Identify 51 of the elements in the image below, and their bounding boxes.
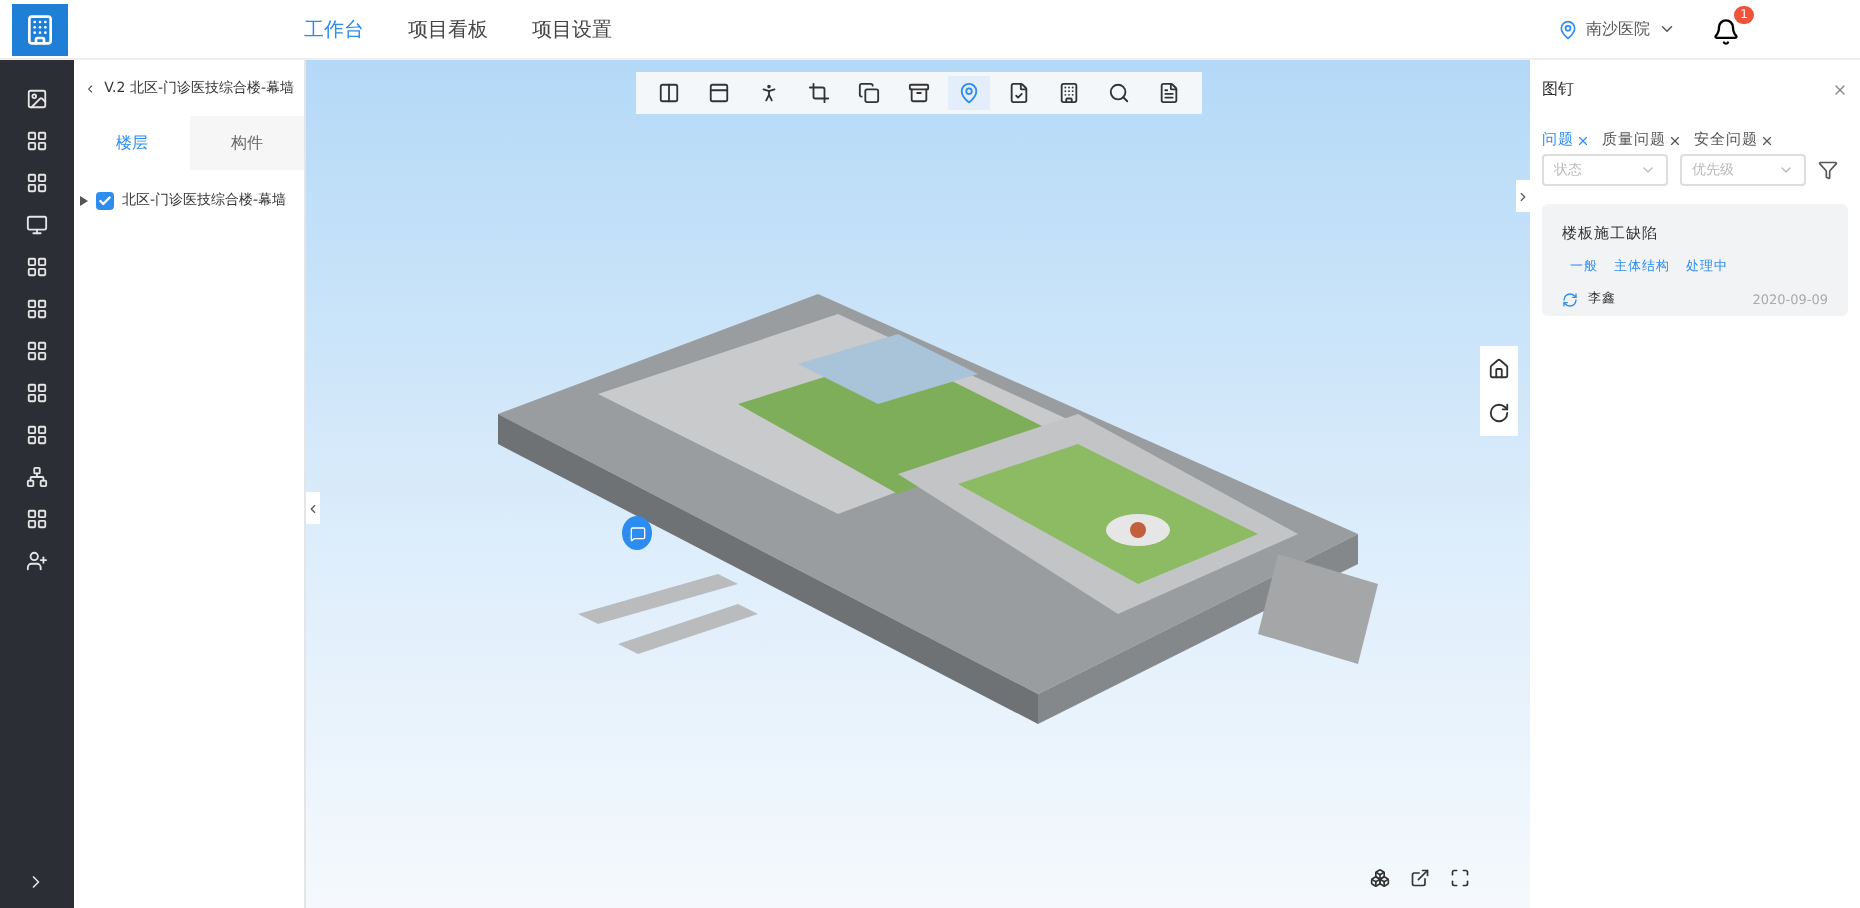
building-icon [1057,82,1079,104]
fullscreen-icon[interactable] [1450,868,1470,888]
network-icon[interactable] [25,466,49,490]
bell-icon[interactable] [1712,17,1740,45]
nav-tab[interactable]: 项目设置 [532,15,612,43]
close-icon[interactable] [1576,133,1590,147]
grid-icon[interactable] [25,382,49,406]
user-icon[interactable] [25,550,49,574]
grid-icon[interactable] [25,256,49,280]
crop-icon [807,82,829,104]
document-icon [1157,82,1179,104]
location-pin-icon [957,82,979,104]
panel-tab[interactable]: 楼层 [74,116,189,170]
comment-pin-icon[interactable] [622,516,652,550]
checkbox[interactable] [96,191,114,209]
nav-tab[interactable]: 项目看板 [408,15,488,43]
home-icon[interactable] [1488,358,1510,380]
close-icon[interactable] [1760,133,1774,147]
collapse-handle[interactable] [1516,180,1530,212]
expand-caret-icon[interactable] [80,195,88,205]
panel-icon [707,82,729,104]
chevron-down-icon[interactable] [1658,20,1676,38]
chevron-down-icon [1778,162,1794,178]
monitor-icon[interactable] [25,214,49,238]
panel-tab[interactable]: 构件 [189,116,304,170]
box-icon [907,82,929,104]
back-icon[interactable] [84,79,97,97]
sync-icon [1562,291,1578,307]
filter-icon[interactable] [1818,160,1838,180]
panel-title: 图钉 [1542,78,1574,100]
person-icon [757,82,779,104]
location-label[interactable]: 南沙医院 [1586,18,1650,40]
grid-icon[interactable] [25,508,49,532]
rotate-icon[interactable] [1488,402,1510,424]
close-icon[interactable] [1832,81,1848,97]
grid-icon[interactable] [25,172,49,196]
boxes-icon[interactable] [1370,868,1390,888]
close-icon[interactable] [1668,133,1682,147]
grid-icon[interactable] [25,340,49,364]
grid-icon[interactable] [25,298,49,322]
split-icon [657,82,679,104]
image-icon[interactable] [25,88,49,112]
external-link-icon[interactable] [1410,868,1430,888]
grid-icon[interactable] [25,130,49,154]
collapse-handle[interactable] [306,492,320,524]
chevron-down-icon [1640,162,1656,178]
copy-icon [857,82,879,104]
grid-icon[interactable] [25,424,49,448]
file-check-icon [1007,82,1029,104]
location-pin-icon [1558,19,1578,39]
search-icon [1107,82,1129,104]
